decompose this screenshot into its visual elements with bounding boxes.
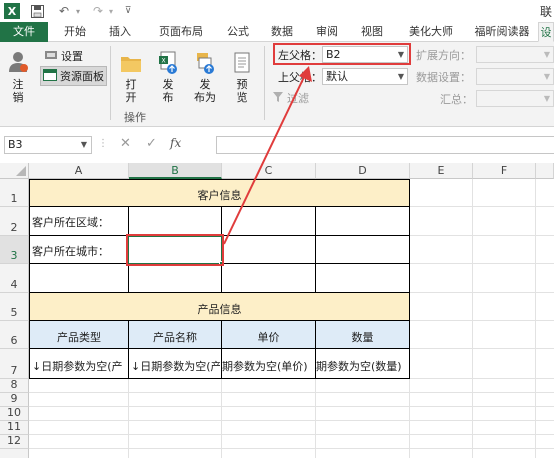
annotation-arrow	[223, 66, 312, 245]
